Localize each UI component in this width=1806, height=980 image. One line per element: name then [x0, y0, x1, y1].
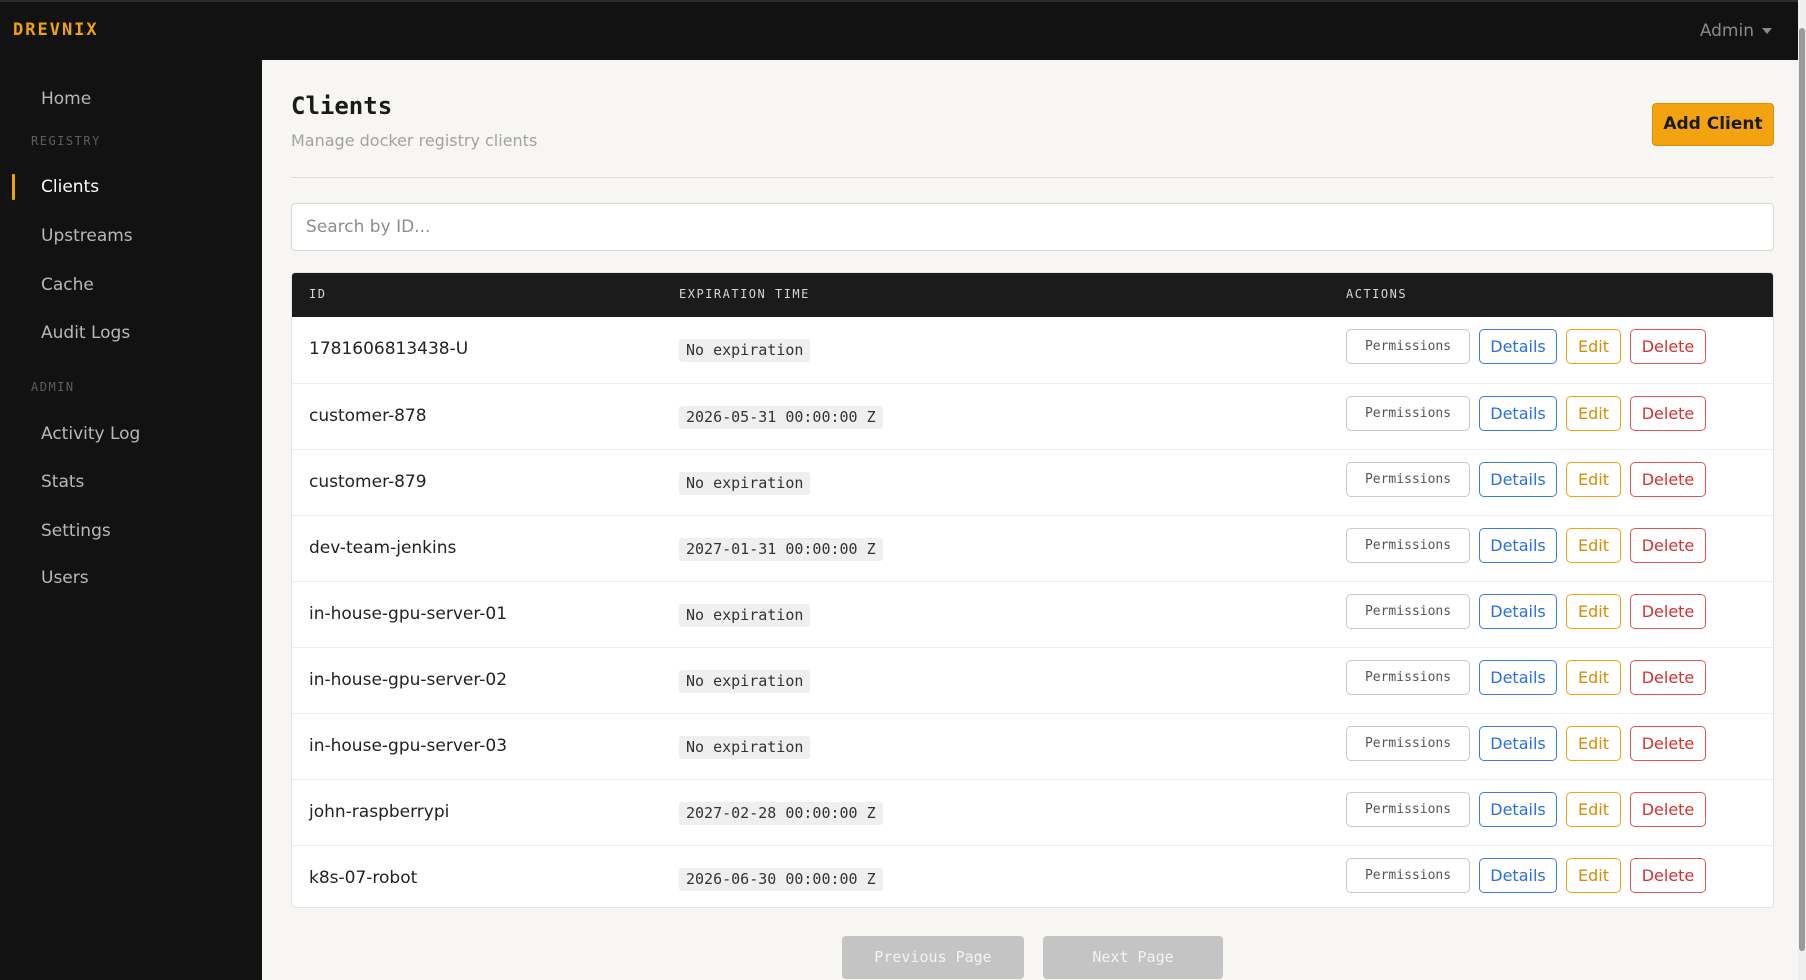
column-header-expiration: EXPIRATION TIME: [679, 287, 810, 301]
edit-button[interactable]: Edit: [1566, 792, 1621, 827]
client-id: 1781606813438-U: [309, 339, 469, 359]
details-button[interactable]: Details: [1479, 858, 1557, 893]
permissions-button[interactable]: Permissions: [1346, 396, 1470, 431]
expiration-badge: No expiration: [679, 472, 811, 495]
expiration-badge: No expiration: [679, 604, 811, 627]
expiration-badge: 2026-05-31 00:00:00 Z: [679, 406, 883, 429]
table-row: john-raspberrypi 2027-02-28 00:00:00 Z Per…: [292, 779, 1773, 845]
details-button[interactable]: Details: [1479, 726, 1557, 761]
brand-logo[interactable]: DREVNIX: [13, 20, 99, 40]
permissions-button[interactable]: Permissions: [1346, 726, 1470, 761]
expiration-badge: 2027-02-28 00:00:00 Z: [679, 802, 883, 825]
details-button[interactable]: Details: [1479, 396, 1557, 431]
client-id: in-house-gpu-server-03: [309, 736, 508, 756]
expiration-badge: No expiration: [679, 736, 811, 759]
permissions-button[interactable]: Permissions: [1346, 858, 1470, 893]
next-page-button[interactable]: Next Page: [1043, 936, 1223, 979]
client-id: customer-879: [309, 472, 427, 492]
top-bar: DREVNIX Admin: [0, 0, 1798, 60]
client-id: john-raspberrypi: [309, 802, 450, 822]
edit-button[interactable]: Edit: [1566, 594, 1621, 629]
table-row: in-house-gpu-server-01 No expiration Permi…: [292, 581, 1773, 647]
sidebar-item-cache[interactable]: Cache: [0, 267, 262, 303]
details-button[interactable]: Details: [1479, 329, 1557, 364]
page-subtitle: Manage docker registry clients: [291, 131, 538, 150]
sidebar-item-users[interactable]: Users: [0, 560, 262, 596]
edit-button[interactable]: Edit: [1566, 660, 1621, 695]
sidebar-item-audit-logs[interactable]: Audit Logs: [0, 315, 262, 351]
permissions-button[interactable]: Permissions: [1346, 792, 1470, 827]
permissions-button[interactable]: Permissions: [1346, 594, 1470, 629]
client-id: dev-team-jenkins: [309, 538, 457, 558]
sidebar-item-activity-log[interactable]: Activity Log: [0, 416, 262, 452]
sidebar: Home REGISTRY Clients Upstreams Cache Au…: [0, 60, 262, 980]
search-input[interactable]: [291, 203, 1774, 251]
expiration-badge: No expiration: [679, 670, 811, 693]
client-id: in-house-gpu-server-01: [309, 604, 508, 624]
table-header: ID EXPIRATION TIME ACTIONS: [292, 273, 1773, 317]
edit-button[interactable]: Edit: [1566, 462, 1621, 497]
table-row: dev-team-jenkins 2027-01-31 00:00:00 Z Per…: [292, 515, 1773, 581]
table-row: customer-879 No expiration Permissions Deta…: [292, 449, 1773, 515]
sidebar-item-settings[interactable]: Settings: [0, 513, 262, 549]
table-row: in-house-gpu-server-03 No expiration Permi…: [292, 713, 1773, 779]
page-scrollbar[interactable]: [1798, 0, 1806, 980]
table-row: in-house-gpu-server-02 No expiration Permi…: [292, 647, 1773, 713]
details-button[interactable]: Details: [1479, 528, 1557, 563]
delete-button[interactable]: Delete: [1630, 594, 1706, 629]
column-header-id: ID: [309, 287, 327, 301]
sidebar-section-admin: ADMIN: [31, 380, 75, 394]
sidebar-item-clients[interactable]: Clients: [0, 169, 262, 205]
previous-page-button[interactable]: Previous Page: [842, 936, 1024, 979]
sidebar-section-registry: REGISTRY: [31, 134, 101, 148]
table-row: customer-878 2026-05-31 00:00:00 Z Permiss…: [292, 383, 1773, 449]
client-id: k8s-07-robot: [309, 868, 418, 888]
table-row: k8s-07-robot 2026-06-30 00:00:00 Z Permiss…: [292, 845, 1773, 907]
expiration-badge: 2027-01-31 00:00:00 Z: [679, 538, 883, 561]
delete-button[interactable]: Delete: [1630, 329, 1706, 364]
delete-button[interactable]: Delete: [1630, 660, 1706, 695]
delete-button[interactable]: Delete: [1630, 726, 1706, 761]
details-button[interactable]: Details: [1479, 462, 1557, 497]
sidebar-item-home[interactable]: Home: [0, 81, 262, 117]
sidebar-item-stats[interactable]: Stats: [0, 464, 262, 500]
caret-down-icon: [1762, 28, 1772, 34]
user-menu-label: Admin: [1699, 21, 1754, 41]
permissions-button[interactable]: Permissions: [1346, 528, 1470, 563]
column-header-actions: ACTIONS: [1346, 287, 1408, 301]
clients-table: ID EXPIRATION TIME ACTIONS 1781606813438…: [291, 272, 1774, 908]
edit-button[interactable]: Edit: [1566, 858, 1621, 893]
sidebar-item-upstreams[interactable]: Upstreams: [0, 218, 262, 254]
delete-button[interactable]: Delete: [1630, 528, 1706, 563]
delete-button[interactable]: Delete: [1630, 858, 1706, 893]
permissions-button[interactable]: Permissions: [1346, 329, 1470, 364]
client-id: in-house-gpu-server-02: [309, 670, 508, 690]
edit-button[interactable]: Edit: [1566, 396, 1621, 431]
edit-button[interactable]: Edit: [1566, 329, 1621, 364]
permissions-button[interactable]: Permissions: [1346, 660, 1470, 695]
edit-button[interactable]: Edit: [1566, 726, 1621, 761]
delete-button[interactable]: Delete: [1630, 462, 1706, 497]
user-menu[interactable]: Admin: [1700, 21, 1772, 41]
page-title: Clients: [291, 92, 393, 120]
details-button[interactable]: Details: [1479, 660, 1557, 695]
expiration-badge: No expiration: [679, 339, 811, 362]
scrollbar-thumb[interactable]: [1799, 28, 1805, 951]
delete-button[interactable]: Delete: [1630, 396, 1706, 431]
header-divider: [291, 177, 1774, 178]
client-id: customer-878: [309, 406, 427, 426]
expiration-badge: 2026-06-30 00:00:00 Z: [679, 868, 883, 891]
table-row: 1781606813438-U No expiration Permissions D…: [292, 317, 1773, 383]
permissions-button[interactable]: Permissions: [1346, 462, 1470, 497]
details-button[interactable]: Details: [1479, 594, 1557, 629]
details-button[interactable]: Details: [1479, 792, 1557, 827]
add-client-button[interactable]: Add Client: [1652, 103, 1774, 146]
edit-button[interactable]: Edit: [1566, 528, 1621, 563]
delete-button[interactable]: Delete: [1630, 792, 1706, 827]
